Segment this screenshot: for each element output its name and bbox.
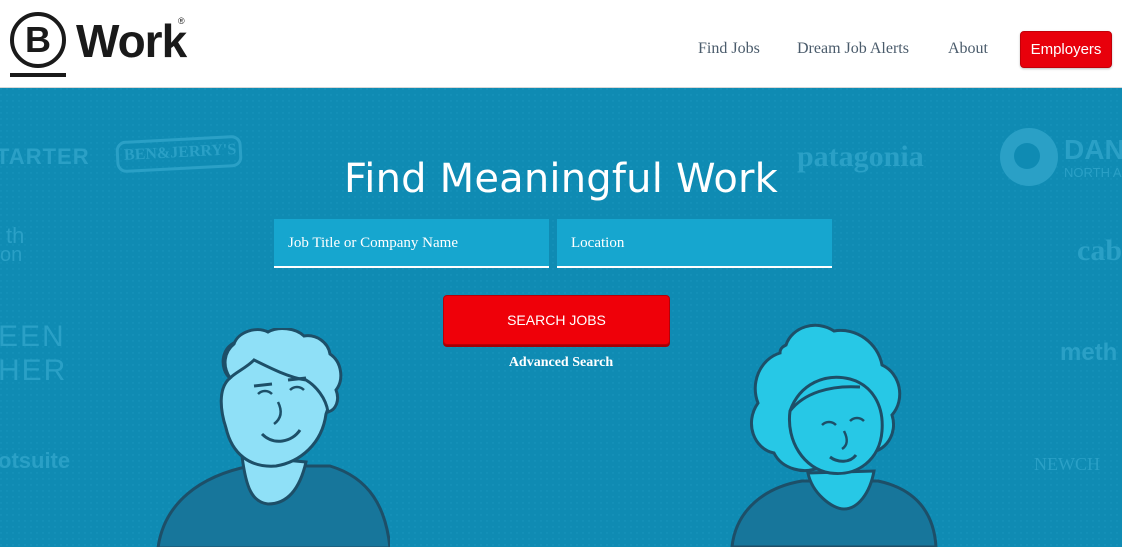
location-input[interactable]: Location xyxy=(557,219,832,268)
advanced-search-link[interactable]: Advanced Search xyxy=(0,355,1122,371)
site-header: B Work ® Find Jobs Dream Job Alerts Abou… xyxy=(0,0,1122,88)
bg-earth-sub: on xyxy=(0,244,23,266)
job-title-input[interactable]: Job Title or Company Name xyxy=(274,219,549,268)
bg-newchapter-logo: NEWCH xyxy=(1034,454,1100,474)
hero-section: TARTER BEN&JERRY'S patagonia DAN NORTH A… xyxy=(0,88,1122,547)
employers-button[interactable]: Employers xyxy=(1020,31,1112,68)
advanced-search-label[interactable]: Advanced Search xyxy=(509,355,613,370)
b-corp-circle-icon: B xyxy=(10,12,66,68)
logo-wordmark: Work xyxy=(76,15,187,67)
hero-title: Find Meaningful Work xyxy=(343,156,779,202)
bg-greenhearth-logo: EEN xyxy=(0,320,66,353)
bg-cabot-logo: cab xyxy=(1077,234,1122,267)
person-right-illustration xyxy=(730,323,938,547)
nav-about[interactable]: About xyxy=(948,40,988,58)
logo-underline xyxy=(10,73,66,77)
registered-mark: ® xyxy=(178,16,185,26)
nav-dream-job-alerts[interactable]: Dream Job Alerts xyxy=(797,40,909,58)
nav-find-jobs[interactable]: Find Jobs xyxy=(698,40,760,58)
bwork-logo[interactable]: B Work ® xyxy=(10,12,187,78)
bg-hootsuite-logo: otsuite xyxy=(0,448,71,473)
search-jobs-button[interactable]: SEARCH JOBS xyxy=(443,295,670,345)
